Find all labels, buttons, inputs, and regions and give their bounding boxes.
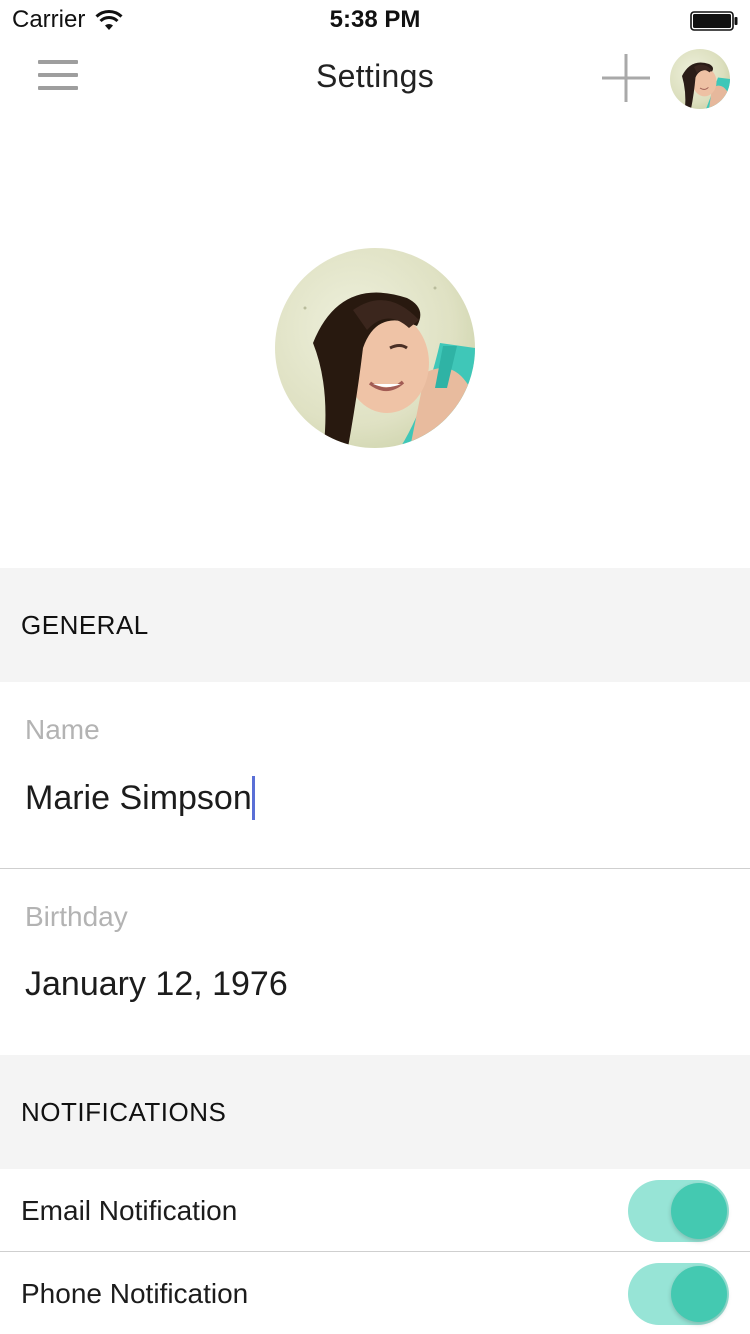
- status-time: 5:38 PM: [329, 6, 421, 33]
- user-avatar[interactable]: [670, 49, 730, 109]
- profile-portrait-icon: [275, 248, 475, 448]
- profile-photo[interactable]: [275, 248, 475, 448]
- settings-screen: Carrier 5:38 PM Settings GENERAL Name Ma…: [0, 0, 750, 1334]
- email-notification-label: Email Notification: [21, 1195, 238, 1226]
- plus-icon[interactable]: [600, 52, 652, 104]
- avatar-portrait-icon: [670, 49, 730, 109]
- toggle-knob: [671, 1183, 727, 1239]
- phone-notification-label: Phone Notification: [21, 1278, 249, 1309]
- section-header-general: GENERAL: [0, 568, 750, 682]
- birthday-field[interactable]: Birthday January 12, 1976: [0, 869, 750, 1055]
- email-notification-row: Email Notification: [0, 1169, 750, 1251]
- battery-icon: [690, 11, 738, 31]
- section-title-notifications: NOTIFICATIONS: [21, 1097, 227, 1127]
- name-field[interactable]: Name Marie Simpson: [0, 682, 750, 868]
- phone-notification-row: Phone Notification: [0, 1252, 750, 1334]
- email-notification-toggle[interactable]: [628, 1180, 729, 1242]
- text-caret: [251, 776, 255, 820]
- toggle-knob: [671, 1266, 727, 1322]
- nav-bar: Settings: [0, 40, 750, 120]
- section-header-notifications: NOTIFICATIONS: [0, 1055, 750, 1169]
- birthday-input[interactable]: January 12, 1976: [25, 965, 288, 1004]
- birthday-label: Birthday: [25, 901, 128, 932]
- name-label: Name: [25, 714, 100, 745]
- status-bar: Carrier 5:38 PM: [0, 0, 750, 40]
- birthday-value: January 12, 1976: [25, 965, 288, 1003]
- section-title-general: GENERAL: [21, 610, 149, 640]
- name-input[interactable]: Marie Simpson: [25, 776, 255, 820]
- name-value: Marie Simpson: [25, 778, 252, 817]
- phone-notification-toggle[interactable]: [628, 1263, 729, 1325]
